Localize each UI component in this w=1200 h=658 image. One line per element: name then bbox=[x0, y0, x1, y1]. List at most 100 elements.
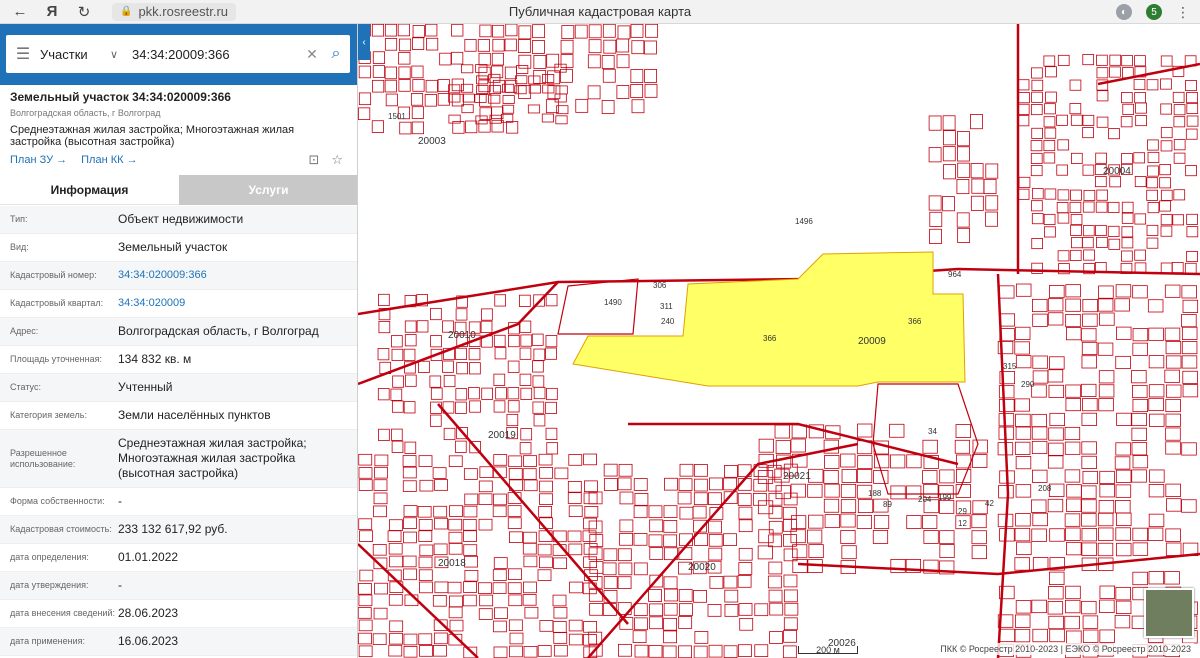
parcel-outline bbox=[956, 212, 970, 228]
tab-services[interactable]: Услуги bbox=[179, 175, 357, 205]
parcel-outline bbox=[403, 401, 416, 414]
chevron-down-icon[interactable]: ∨ bbox=[110, 48, 132, 61]
parcel-outline bbox=[404, 320, 417, 333]
parcel-outline bbox=[939, 469, 955, 484]
parcel-outline bbox=[985, 211, 999, 227]
parcel-outline bbox=[377, 388, 390, 401]
parcel-outline bbox=[1045, 91, 1057, 103]
parcel-outline bbox=[737, 575, 752, 588]
parcel-outline bbox=[971, 530, 987, 545]
hamburger-menu-icon[interactable]: ☰ bbox=[6, 44, 40, 64]
parcel-outline bbox=[692, 505, 707, 519]
parcel-label: 240 bbox=[661, 317, 675, 326]
parcel-outline bbox=[358, 107, 371, 120]
attribute-value: 233 132 617,92 руб. bbox=[118, 522, 228, 536]
parcel-outline bbox=[1069, 103, 1082, 115]
parcel-outline bbox=[1146, 79, 1159, 91]
attribute-label: Адрес: bbox=[10, 326, 39, 336]
parcel-outline bbox=[478, 493, 493, 505]
cadastral-map[interactable]: 20003 20004 20009 20010 20019 20018 20020 20021… bbox=[358, 24, 1200, 658]
parcel-outline bbox=[633, 505, 648, 519]
parcel-outline bbox=[507, 360, 520, 373]
parcel-outline bbox=[1082, 114, 1095, 126]
parcel-outline bbox=[954, 439, 971, 454]
parcel-outline bbox=[971, 178, 985, 194]
parcel-outline bbox=[1160, 214, 1173, 226]
parcel-outline bbox=[358, 632, 372, 645]
parcel-outline bbox=[463, 530, 477, 542]
reload-icon[interactable]: ↻ bbox=[72, 0, 96, 24]
parcel-outline bbox=[1048, 615, 1064, 630]
plan-kk-link[interactable]: План КК → bbox=[81, 154, 137, 166]
parcel-outline bbox=[448, 531, 463, 544]
search-type-select[interactable]: Участки bbox=[40, 47, 110, 62]
map-canvas[interactable]: 20003 20004 20009 20010 20019 20018 20020 20021… bbox=[358, 24, 1200, 658]
parcel-label: 1490 bbox=[604, 298, 622, 307]
parcel-outline bbox=[1147, 299, 1164, 313]
quarter-label: 20004 bbox=[1103, 166, 1131, 177]
parcel-outline bbox=[391, 335, 403, 348]
parcel-outline bbox=[358, 645, 373, 658]
menu-icon[interactable]: ⋮ bbox=[1176, 4, 1190, 21]
parcel-outline bbox=[523, 555, 538, 568]
parcel-outline bbox=[1186, 213, 1198, 225]
parcel-outline bbox=[1014, 326, 1031, 340]
search-input[interactable]: 34:34:20009:366 bbox=[132, 47, 302, 62]
attribute-link[interactable]: 34:34:020009 bbox=[118, 296, 357, 311]
parcel-outline bbox=[928, 115, 942, 131]
plan-zu-link[interactable]: План ЗУ → bbox=[10, 154, 67, 166]
parcel-outline bbox=[478, 480, 493, 493]
parcel-outline bbox=[1047, 298, 1064, 312]
zoom-to-object-icon[interactable]: ⊡ bbox=[308, 152, 319, 168]
back-icon[interactable]: ← bbox=[8, 0, 32, 24]
parcel-outline bbox=[560, 54, 574, 68]
parcel-outline bbox=[618, 463, 633, 477]
parcel-outline bbox=[462, 519, 477, 531]
parcel-outline bbox=[1064, 469, 1081, 483]
parcel-outline bbox=[644, 40, 657, 55]
parcel-label: 89 bbox=[883, 500, 892, 509]
parcel-outline bbox=[998, 485, 1014, 499]
parcel-outline bbox=[1148, 384, 1165, 398]
parcel-outline bbox=[1044, 226, 1056, 238]
parcel-outline bbox=[1082, 615, 1099, 629]
attribute-row: дата утверждения: - bbox=[0, 572, 357, 600]
parcel-outline bbox=[1064, 441, 1081, 455]
yandex-icon[interactable]: Я bbox=[40, 0, 64, 24]
address-bar[interactable]: 🔒 pkk.rosreestr.ru bbox=[112, 2, 237, 21]
parcel-outline bbox=[1096, 54, 1108, 66]
parcel-outline bbox=[1043, 152, 1056, 164]
parcel-outline bbox=[1015, 484, 1032, 498]
parcel-outline bbox=[1030, 104, 1043, 116]
search-icon[interactable]: ⌕ bbox=[322, 45, 350, 63]
parcel-outline bbox=[1082, 225, 1095, 237]
parcel-outline bbox=[412, 79, 425, 92]
parcel-outline bbox=[723, 645, 738, 658]
clear-icon[interactable]: ✕ bbox=[302, 46, 322, 63]
parcel-outline bbox=[1148, 327, 1164, 341]
parcel-outline bbox=[824, 483, 840, 498]
parcel-outline bbox=[481, 387, 493, 400]
protect-shield-icon[interactable]: 5 bbox=[1146, 4, 1162, 20]
parcel-outline bbox=[1173, 152, 1186, 164]
parcel-outline bbox=[1115, 469, 1132, 483]
parcel-outline bbox=[567, 530, 582, 543]
parcel-outline bbox=[1082, 54, 1095, 66]
parcel-outline bbox=[758, 438, 774, 453]
parcel-outline bbox=[531, 333, 544, 346]
tab-info[interactable]: Информация bbox=[0, 175, 179, 205]
parcel-outline bbox=[922, 470, 938, 484]
parcel-outline bbox=[1032, 355, 1048, 369]
parcel-outline bbox=[1031, 200, 1043, 212]
parcel-outline bbox=[724, 589, 739, 603]
collapse-panel-icon[interactable]: ‹ bbox=[358, 24, 370, 60]
parcel-outline bbox=[507, 517, 522, 529]
basemap-switcher[interactable] bbox=[1144, 588, 1194, 638]
extension-icon[interactable]: ◐ bbox=[1116, 4, 1132, 20]
star-icon[interactable]: ☆ bbox=[331, 152, 343, 168]
parcel-outline bbox=[1186, 115, 1199, 127]
parcel-outline bbox=[630, 69, 644, 83]
attribute-link[interactable]: 34:34:020009:366 bbox=[118, 268, 357, 283]
parcel-outline bbox=[557, 278, 639, 335]
attribute-label: Кадастровый квартал: bbox=[10, 298, 104, 308]
